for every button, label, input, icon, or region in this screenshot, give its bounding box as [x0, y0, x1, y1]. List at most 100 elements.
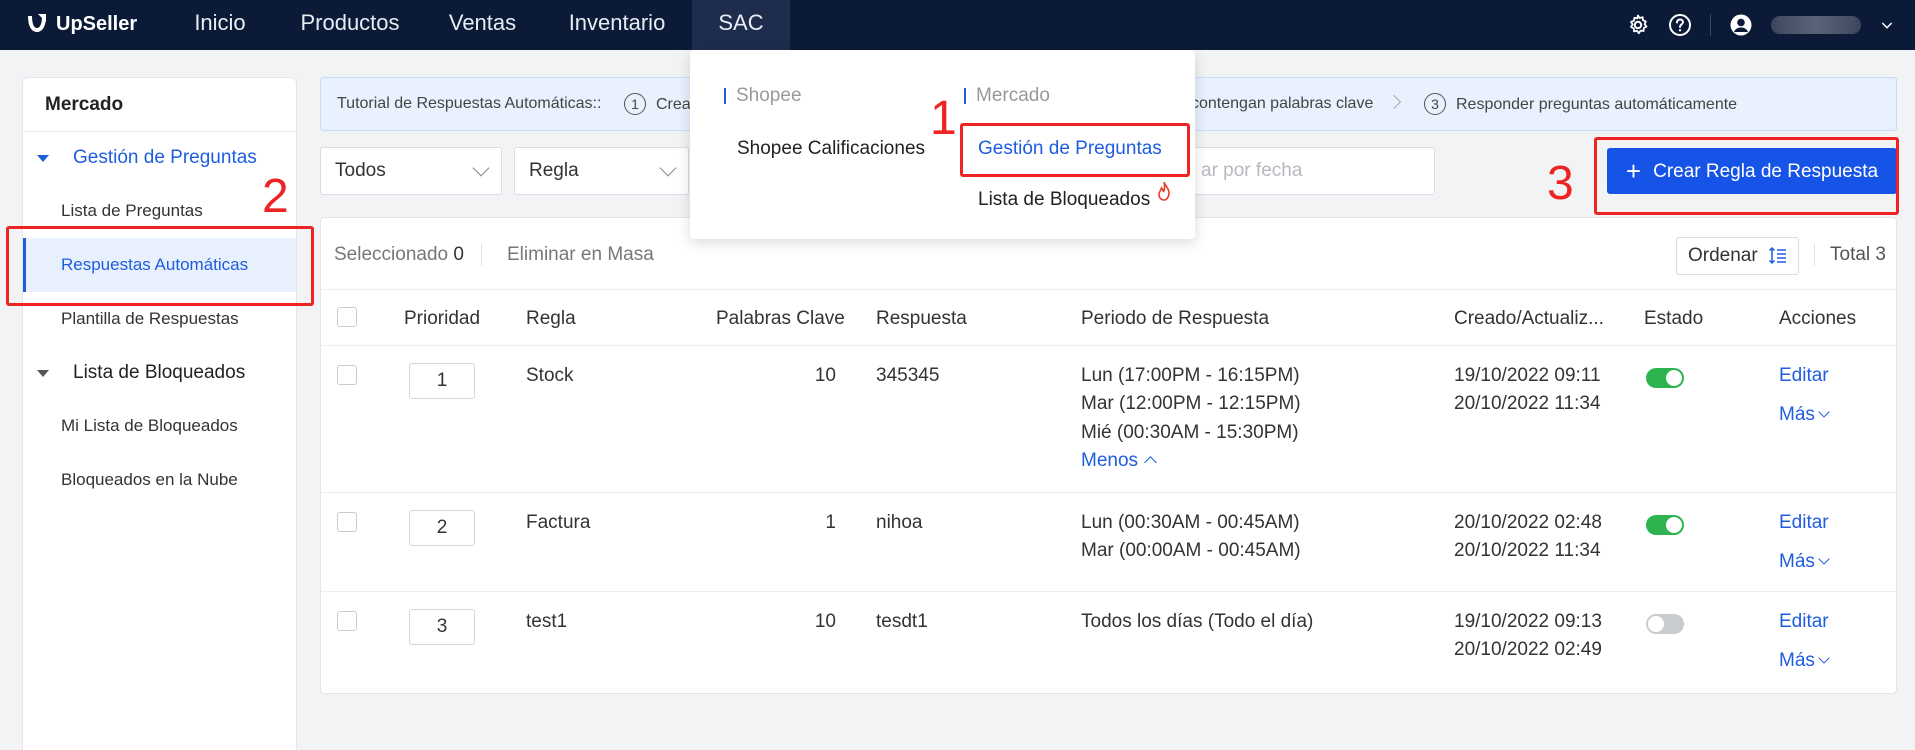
response-text: tesdt1	[876, 611, 928, 632]
chevron-down-icon	[1818, 652, 1830, 664]
header-prioridad[interactable]: Prioridad	[404, 308, 480, 330]
keyword-count: 1	[825, 512, 836, 533]
divider	[481, 244, 482, 266]
divider	[1710, 14, 1711, 36]
upseller-logo-icon	[28, 14, 46, 32]
sidebar-item-bloqueados-nube[interactable]: Bloqueados en la Nube	[23, 453, 296, 507]
updated-date: 20/10/2022 11:34	[1454, 540, 1601, 561]
chevron-down-icon	[659, 159, 677, 177]
period-line: Mar (12:00PM - 12:15PM)	[1081, 393, 1301, 414]
less-link[interactable]: Menos	[1081, 450, 1157, 472]
chevron-down-icon[interactable]	[1879, 17, 1895, 33]
rule-select[interactable]: Regla	[514, 147, 689, 195]
status-select[interactable]: Todos	[320, 147, 502, 195]
more-link[interactable]: Más	[1779, 551, 1830, 573]
more-link[interactable]: Más	[1779, 650, 1830, 672]
nav-sac[interactable]: SAC	[692, 0, 790, 50]
top-navbar: UpSeller Inicio Productos Ventas Inventa…	[0, 0, 1915, 50]
updated-date: 20/10/2022 11:34	[1454, 393, 1601, 414]
selected-count: Seleccionado 0	[334, 244, 464, 265]
logo[interactable]: UpSeller	[24, 11, 137, 37]
step-label: Crea	[656, 96, 691, 113]
sidebar-item-mi-lista-bloqueados[interactable]: Mi Lista de Bloqueados	[23, 399, 296, 453]
menu-item-label: Lista de Bloqueados	[978, 189, 1151, 210]
tutorial-label: Tutorial de Respuestas Automáticas::	[337, 95, 602, 112]
status-toggle[interactable]	[1646, 515, 1684, 535]
tutorial-step-2-fragment[interactable]: contengan palabras clave	[1191, 95, 1373, 113]
more-link[interactable]: Más	[1779, 404, 1830, 426]
date-filter-input[interactable]: ar por fecha	[1180, 147, 1435, 195]
priority-input[interactable]: 1	[409, 363, 475, 399]
status-toggle[interactable]	[1646, 614, 1684, 634]
chevron-up-icon	[1144, 456, 1157, 469]
row-checkbox[interactable]	[337, 611, 357, 631]
bulk-delete-button[interactable]: Eliminar en Masa	[507, 244, 654, 266]
rule-name: test1	[526, 611, 568, 632]
priority-input[interactable]: 2	[409, 510, 475, 546]
user-avatar-icon[interactable]	[1729, 13, 1753, 37]
header-periodo: Periodo de Respuesta	[1081, 308, 1270, 329]
row-checkbox[interactable]	[337, 365, 357, 385]
brand-name: UpSeller	[56, 12, 138, 35]
select-all-checkbox[interactable]	[337, 307, 357, 327]
table-header: Prioridad Regla Palabras Clave Respuesta…	[321, 290, 1896, 346]
period-line: Lun (00:30AM - 00:45AM)	[1081, 512, 1300, 533]
annotation-box-3	[1594, 137, 1899, 215]
top-icons	[1626, 0, 1895, 50]
tutorial-step-3[interactable]: 3 Responder preguntas automáticamente	[1424, 93, 1737, 115]
gear-icon[interactable]	[1626, 13, 1650, 37]
sort-button[interactable]: Ordenar	[1676, 237, 1799, 275]
response-text: 345345	[876, 365, 940, 386]
chevron-down-icon	[1818, 553, 1830, 565]
username-blurred[interactable]	[1771, 16, 1861, 34]
nav-inicio[interactable]: Inicio	[180, 0, 260, 50]
nav-productos[interactable]: Productos	[290, 0, 410, 50]
tutorial-step-1[interactable]: 1 Crea	[624, 93, 691, 115]
nav-ventas[interactable]: Ventas	[440, 0, 525, 50]
header-respuesta: Respuesta	[876, 308, 967, 329]
created-date: 20/10/2022 02:48	[1454, 512, 1602, 533]
edit-link[interactable]: Editar	[1779, 365, 1829, 387]
sidebar: Mercado Gestión de Preguntas Lista de Pr…	[22, 77, 297, 750]
row-checkbox[interactable]	[337, 512, 357, 532]
sidebar-group-label: Lista de Bloqueados	[73, 362, 246, 383]
edit-link[interactable]: Editar	[1779, 512, 1829, 534]
dropdown-header-shopee: Shopee	[724, 85, 802, 107]
created-date: 19/10/2022 09:11	[1454, 365, 1601, 386]
nav-inventario[interactable]: Inventario	[556, 0, 678, 50]
chevron-down-icon	[1818, 406, 1830, 418]
sidebar-group-gestion-preguntas[interactable]: Gestión de Preguntas	[23, 138, 296, 178]
keyword-count: 10	[814, 365, 836, 386]
status-select-value: Todos	[335, 160, 386, 181]
step-label: Responder preguntas automáticamente	[1456, 96, 1738, 113]
keyword-count: 10	[814, 611, 836, 632]
help-icon[interactable]	[1668, 13, 1692, 37]
rule-select-value: Regla	[529, 160, 579, 181]
table-row: 1 Stock 10 345345 Lun (17:00PM - 16:15PM…	[321, 346, 1896, 493]
menu-item-shopee-calificaciones[interactable]: Shopee Calificaciones	[737, 138, 925, 160]
table-row: 2 Factura 1 nihoa Lun (00:30AM - 00:45AM…	[321, 493, 1896, 592]
response-text: nihoa	[876, 512, 923, 533]
sidebar-group-lista-bloqueados[interactable]: Lista de Bloqueados	[23, 353, 296, 393]
status-toggle[interactable]	[1646, 368, 1684, 388]
edit-link[interactable]: Editar	[1779, 611, 1829, 633]
fire-icon	[1158, 181, 1170, 201]
caret-down-icon	[37, 155, 49, 162]
priority-input[interactable]: 3	[409, 609, 475, 645]
menu-item-lista-bloqueados[interactable]: Lista de Bloqueados	[978, 181, 1170, 211]
annotation-box-1	[960, 123, 1190, 177]
header-regla: Regla	[526, 308, 576, 329]
header-estado: Estado	[1644, 308, 1704, 329]
annotation-number-1: 1	[930, 92, 957, 145]
caret-down-icon	[37, 370, 49, 377]
period-line: Mar (00:00AM - 00:45AM)	[1081, 540, 1301, 561]
step-number: 1	[624, 93, 646, 115]
header-acciones: Acciones	[1779, 308, 1857, 329]
sort-icon	[1768, 246, 1786, 265]
sidebar-group-label: Gestión de Preguntas	[73, 147, 257, 168]
sidebar-title: Mercado	[23, 78, 296, 132]
step-number: 3	[1424, 93, 1446, 115]
updated-date: 20/10/2022 02:49	[1454, 639, 1602, 660]
period-line: Todos los días (Todo el día)	[1081, 611, 1314, 632]
rules-table-panel: Seleccionado 0 Eliminar en Masa Ordenar …	[320, 217, 1897, 694]
